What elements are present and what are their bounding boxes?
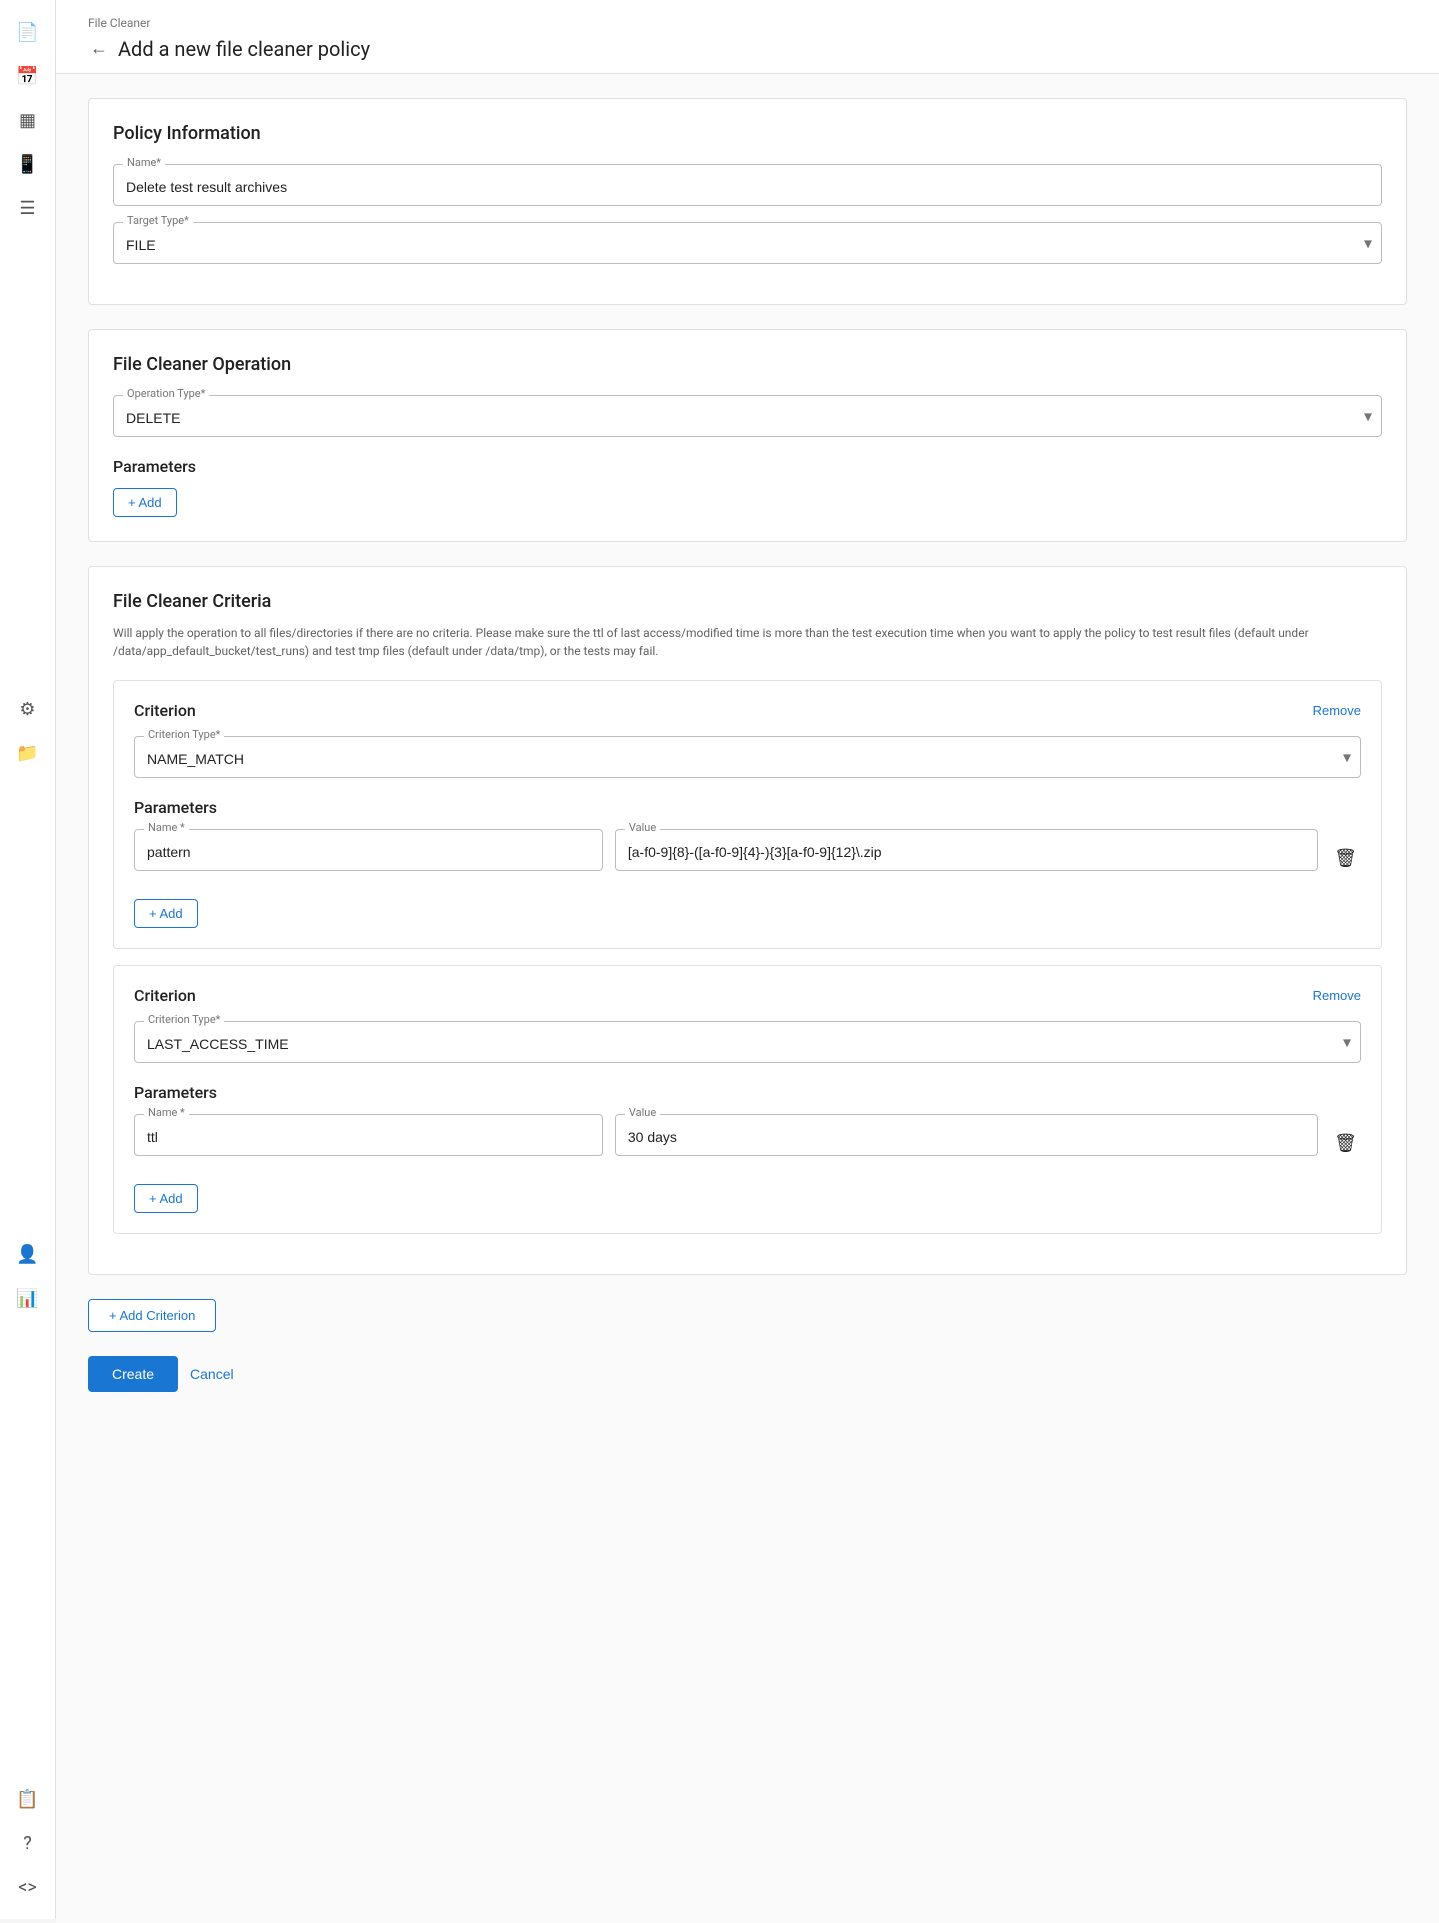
criterion-1-add-param-button[interactable]: + Add (134, 899, 198, 928)
name-field-group: Name* (113, 164, 1382, 206)
criterion-1-type-select-wrapper: NAME_MATCH LAST_ACCESS_TIME LAST_MODIFIE… (134, 736, 1361, 778)
target-type-field-group: Target Type* FILE DIRECTORY ▾ (113, 222, 1382, 264)
help-icon[interactable]: ? (8, 1823, 48, 1863)
target-type-select[interactable]: FILE DIRECTORY (113, 222, 1382, 264)
content-area: Policy Information Name* Target Type* FI… (56, 74, 1439, 1923)
page-header: File Cleaner ← Add a new file cleaner po… (56, 0, 1439, 74)
criteria-description: Will apply the operation to all files/di… (113, 624, 1382, 660)
criterion-1-param-value-input[interactable] (615, 829, 1318, 871)
criterion-2-params-title: Parameters (134, 1083, 1361, 1102)
target-type-select-wrapper: FILE DIRECTORY ▾ (113, 222, 1382, 264)
criterion-1-params-subsection: Parameters Name * Value 🗑 (134, 798, 1361, 928)
criterion-2-header: Criterion Remove (134, 986, 1361, 1005)
file-cleaner-operation-section: File Cleaner Operation Operation Type* D… (88, 329, 1407, 542)
operation-title: File Cleaner Operation (113, 354, 1382, 375)
criterion-2-type-label: Criterion Type* (144, 1013, 224, 1026)
policy-information-section: Policy Information Name* Target Type* FI… (88, 98, 1407, 305)
parameters-subsection: Parameters + Add (113, 457, 1382, 517)
form-actions: Create Cancel (88, 1356, 1407, 1416)
list-icon[interactable]: 📋 (8, 1779, 48, 1819)
criterion-1-type-label: Criterion Type* (144, 728, 224, 741)
cancel-button[interactable]: Cancel (190, 1366, 234, 1382)
calendar-icon[interactable]: 📅 (8, 56, 48, 96)
breadcrumb: File Cleaner (88, 16, 1407, 30)
main-content: File Cleaner ← Add a new file cleaner po… (56, 0, 1439, 1923)
criterion-card-1: Criterion Remove Criterion Type* NAME_MA… (113, 680, 1382, 949)
params-title: Parameters (113, 457, 1382, 476)
criterion-1-type-select[interactable]: NAME_MATCH LAST_ACCESS_TIME LAST_MODIFIE… (134, 736, 1361, 778)
criterion-2-type-select[interactable]: NAME_MATCH LAST_ACCESS_TIME LAST_MODIFIE… (134, 1021, 1361, 1063)
back-button[interactable]: ← (88, 36, 110, 61)
criterion-1-param-row-1: Name * Value 🗑 (134, 829, 1361, 887)
name-label: Name* (123, 156, 165, 169)
criterion-2-type-select-wrapper: NAME_MATCH LAST_ACCESS_TIME LAST_MODIFIE… (134, 1021, 1361, 1063)
code-icon[interactable]: <> (8, 1867, 48, 1907)
settings-icon[interactable]: ⚙ (8, 689, 48, 729)
criterion-2-param-name-field: Name * (134, 1114, 603, 1156)
criterion-2-param-name-label: Name * (144, 1106, 189, 1119)
criterion-1-param-name-input[interactable] (134, 829, 603, 871)
name-input[interactable] (113, 164, 1382, 206)
criterion-1-param-value-label: Value (625, 821, 660, 834)
criterion-1-title: Criterion (134, 701, 196, 720)
operation-type-field-group: Operation Type* DELETE ARCHIVE ▾ (113, 395, 1382, 437)
criterion-1-params-title: Parameters (134, 798, 1361, 817)
criterion-2-param-row-1: Name * Value 🗑 (134, 1114, 1361, 1172)
document-icon[interactable]: 📄 (8, 12, 48, 52)
criterion-2-add-param-button[interactable]: + Add (134, 1184, 198, 1213)
criterion-2-type-field-group: Criterion Type* NAME_MATCH LAST_ACCESS_T… (134, 1021, 1361, 1063)
criterion-2-param-delete-button[interactable]: 🗑 (1330, 1129, 1361, 1158)
folder-icon[interactable]: 📁 (8, 733, 48, 773)
operation-type-select[interactable]: DELETE ARCHIVE (113, 395, 1382, 437)
mobile-icon[interactable]: 📱 (8, 144, 48, 184)
criterion-2-remove-button[interactable]: Remove (1313, 988, 1361, 1003)
add-criterion-button[interactable]: + Add Criterion (88, 1299, 216, 1332)
criterion-1-param-name-label: Name * (144, 821, 189, 834)
server-icon[interactable]: ☰ (8, 188, 48, 228)
policy-info-title: Policy Information (113, 123, 1382, 144)
bottom-actions: + Add Criterion (88, 1299, 1407, 1332)
criterion-2-param-value-field: Value (615, 1114, 1318, 1156)
file-cleaner-criteria-section: File Cleaner Criteria Will apply the ope… (88, 566, 1407, 1275)
back-arrow-icon: ← (90, 38, 108, 59)
criterion-2-param-name-input[interactable] (134, 1114, 603, 1156)
operation-type-select-wrapper: DELETE ARCHIVE ▾ (113, 395, 1382, 437)
page-title-row: ← Add a new file cleaner policy (88, 36, 1407, 61)
person-icon[interactable]: 👤 (8, 1234, 48, 1274)
criterion-1-remove-button[interactable]: Remove (1313, 703, 1361, 718)
sidebar: 📄 📅 ▦ 📱 ☰ ⚙ 📁 👤 📊 📋 ? <> (0, 0, 56, 1919)
operation-type-label: Operation Type* (123, 387, 209, 400)
dashboard-icon[interactable]: 📊 (8, 1278, 48, 1318)
criterion-2-params-subsection: Parameters Name * Value 🗑 (134, 1083, 1361, 1213)
criterion-1-type-field-group: Criterion Type* NAME_MATCH LAST_ACCESS_T… (134, 736, 1361, 778)
chart-icon[interactable]: ▦ (8, 100, 48, 140)
create-button[interactable]: Create (88, 1356, 178, 1392)
criterion-1-header: Criterion Remove (134, 701, 1361, 720)
page-title: Add a new file cleaner policy (118, 37, 370, 61)
criterion-2-title: Criterion (134, 986, 196, 1005)
criterion-2-param-value-label: Value (625, 1106, 660, 1119)
trash-icon: 🗑 (1334, 848, 1357, 869)
target-type-label: Target Type* (123, 214, 193, 227)
criterion-1-param-name-field: Name * (134, 829, 603, 871)
criterion-1-param-delete-button[interactable]: 🗑 (1330, 844, 1361, 873)
criterion-card-2: Criterion Remove Criterion Type* NAME_MA… (113, 965, 1382, 1234)
criteria-title: File Cleaner Criteria (113, 591, 1382, 612)
add-parameter-button[interactable]: + Add (113, 488, 177, 517)
trash-icon-2: 🗑 (1334, 1133, 1357, 1154)
criterion-1-param-value-field: Value (615, 829, 1318, 871)
criterion-2-param-value-input[interactable] (615, 1114, 1318, 1156)
